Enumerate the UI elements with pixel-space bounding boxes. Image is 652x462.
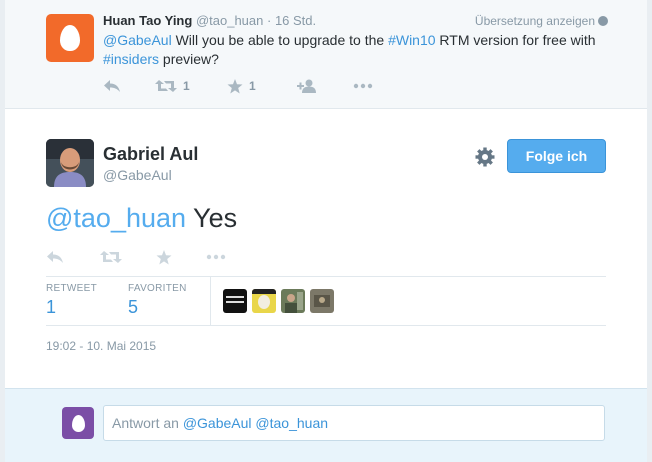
user-handle[interactable]: @tao_huan	[196, 13, 263, 28]
tweet-actions: 1 1	[103, 76, 373, 96]
follow-user-icon	[297, 79, 316, 93]
separator: ·	[263, 13, 275, 28]
avatar[interactable]	[46, 14, 94, 62]
favoriter-avatars	[223, 289, 339, 313]
avatar[interactable]	[46, 139, 94, 187]
translate-label: Übersetzung anzeigen	[474, 14, 595, 28]
user-name[interactable]: Huan Tao Ying	[103, 13, 192, 28]
globe-icon	[598, 16, 608, 26]
more-dots-icon	[353, 83, 373, 89]
tweet-actions	[46, 247, 226, 267]
text-fragment: preview?	[159, 51, 219, 67]
retweet-button[interactable]	[100, 250, 156, 264]
reply-icon	[104, 80, 120, 92]
favoriter-avatar[interactable]	[252, 289, 276, 313]
divider	[210, 277, 211, 325]
retweet-count: 1	[183, 79, 190, 93]
reply-icon	[47, 251, 63, 263]
favorites-stat[interactable]: FAVORITEN 5	[128, 283, 187, 318]
avatar	[62, 407, 94, 439]
reply-button[interactable]	[46, 250, 100, 264]
reply-mention: @GabeAul	[182, 415, 252, 431]
favoriter-photo-icon	[310, 289, 334, 313]
gear-icon	[475, 147, 495, 167]
retweet-stat[interactable]: RETWEET 1	[46, 283, 97, 318]
stat-label: RETWEET	[46, 283, 97, 294]
stat-value: 5	[128, 297, 139, 317]
tweet-time[interactable]: 16 Std.	[275, 13, 316, 28]
user-name[interactable]: Gabriel Aul	[103, 144, 198, 165]
egg-icon	[60, 25, 80, 51]
favoriter-photo-icon	[252, 289, 276, 313]
retweet-button[interactable]: 1	[155, 79, 227, 93]
hashtag-link[interactable]: #insiders	[103, 51, 159, 67]
favoriter-avatar[interactable]	[310, 289, 334, 313]
tweet-date[interactable]: 19:02 - 10. Mai 2015	[46, 339, 156, 353]
follow-button[interactable]: Folge ich	[507, 139, 606, 173]
reply-box: Antwort an @GabeAul @tao_huan	[5, 388, 647, 462]
reply-input[interactable]: Antwort an @GabeAul @tao_huan	[103, 405, 605, 441]
favorite-count: 1	[249, 79, 256, 93]
mention-link[interactable]: @GabeAul	[103, 32, 172, 48]
follow-user-button[interactable]	[297, 79, 353, 93]
favorite-star-icon	[227, 78, 243, 93]
more-button[interactable]	[206, 254, 226, 260]
stat-label: FAVORITEN	[128, 283, 187, 294]
favoriter-photo-icon	[223, 289, 247, 313]
hashtag-link[interactable]: #Win10	[388, 32, 435, 48]
favoriter-avatar[interactable]	[281, 289, 305, 313]
translate-link[interactable]: Übersetzung anzeigen	[475, 12, 608, 30]
favorite-button[interactable]: 1	[227, 78, 297, 94]
mention-link[interactable]: @tao_huan	[46, 203, 186, 233]
settings-gear-button[interactable]	[474, 146, 496, 168]
tweet-permalink-frame: Huan Tao Ying @tao_huan · 16 Std. Überse…	[5, 0, 647, 462]
retweet-icon	[100, 251, 122, 263]
favoriter-avatar[interactable]	[223, 289, 247, 313]
stat-value: 1	[46, 297, 57, 317]
user-handle[interactable]: @GabeAul	[103, 167, 172, 183]
tweet-header: Huan Tao Ying @tao_huan · 16 Std. Überse…	[103, 12, 608, 30]
reply-mention: @tao_huan	[255, 415, 329, 431]
more-button[interactable]	[353, 83, 373, 89]
favorite-star-icon	[156, 249, 172, 264]
tweet-stats: RETWEET 1 FAVORITEN 5	[46, 276, 606, 326]
tweet-text: @GabeAul Will you be able to upgrade to …	[103, 31, 608, 69]
reply-prefix: Antwort an	[112, 415, 183, 431]
text-fragment: RTM version for free with	[435, 32, 596, 48]
egg-icon	[71, 414, 85, 432]
parent-tweet[interactable]: Huan Tao Ying @tao_huan · 16 Std. Überse…	[5, 0, 647, 109]
reply-button[interactable]	[103, 79, 155, 93]
more-dots-icon	[206, 254, 226, 260]
favorite-button[interactable]	[156, 249, 206, 265]
favoriter-photo-icon	[281, 289, 305, 313]
profile-photo-icon	[46, 139, 94, 187]
text-fragment: Will you be able to upgrade to the	[171, 32, 389, 48]
retweet-icon	[155, 80, 177, 92]
tweet-text: @tao_huan Yes	[46, 201, 237, 235]
text-fragment: Yes	[186, 203, 238, 233]
